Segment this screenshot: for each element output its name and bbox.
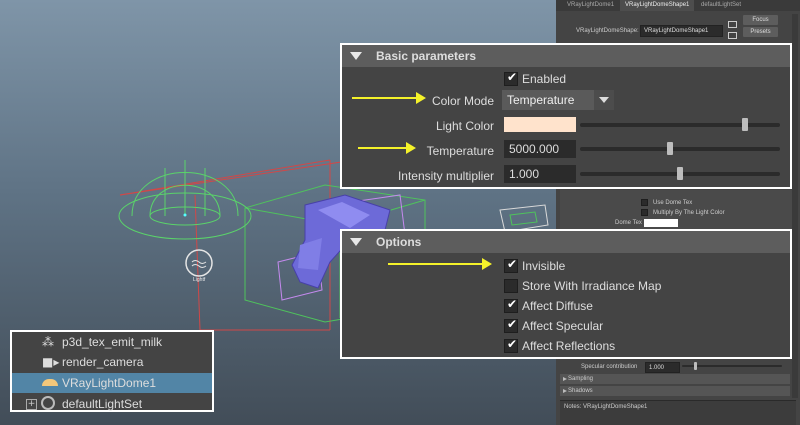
expand-plus-icon[interactable]: + — [26, 399, 37, 410]
node-name-label: VRayLightDomeShape: — [576, 28, 639, 34]
notes-bar: Notes: VRayLightDomeShape1 — [560, 400, 796, 425]
tab-defaultlightset[interactable]: defaultLightSet — [696, 0, 746, 11]
dome-light-gizmo[interactable] — [118, 160, 252, 240]
checkmark-icon: ✔ — [507, 337, 518, 351]
light-color-slider-thumb[interactable] — [742, 118, 748, 131]
option-label: Affect Specular — [522, 319, 604, 333]
outliner-panel: ⁂ p3d_tex_emit_milk ■▸ render_camera VRa… — [10, 330, 214, 412]
dome-tex-swatch[interactable] — [644, 219, 678, 227]
expand-shadows-icon — [563, 389, 567, 393]
light-color-swatch[interactable] — [504, 117, 576, 132]
checkmark-icon: ✔ — [507, 70, 518, 84]
shadows-label: Shadows — [568, 388, 593, 394]
notes-label: Notes: VRayLightDomeShape1 — [564, 404, 648, 410]
expand-sampling-icon — [563, 377, 567, 381]
option-checkbox[interactable]: ✔ — [504, 257, 518, 273]
annotation-arrow-invisible — [388, 258, 492, 270]
node-pick-icon[interactable] — [728, 21, 737, 28]
basic-parameters-header[interactable]: Basic parameters — [342, 45, 790, 67]
node-name-field[interactable]: VRayLightDomeShape1 — [640, 25, 723, 37]
app-stage: Lightf VRayLightDome1 VRayLightDomeShape… — [0, 0, 800, 425]
outliner-item-render-camera[interactable]: ■▸ render_camera — [12, 352, 212, 372]
attribute-editor-tabs: VRayLightDome1 VRayLightDomeShape1 defau… — [556, 0, 800, 11]
intensity-multiplier-label: Intensity multiplier — [397, 169, 494, 183]
temperature-slider-thumb[interactable] — [667, 142, 673, 155]
color-mode-dropdown-arrow[interactable] — [594, 90, 614, 110]
tab-vraylightdomeshape[interactable]: VRayLightDomeShape1 — [620, 0, 695, 11]
option-label: Store With Irradiance Map — [522, 279, 662, 293]
enabled-label: Enabled — [522, 72, 567, 86]
checkmark-icon: ✔ — [507, 317, 518, 331]
outliner-item-label: p3d_tex_emit_milk — [62, 335, 163, 349]
node-output-icon[interactable] — [728, 32, 737, 39]
light-color-slider[interactable] — [580, 123, 780, 127]
chevron-down-icon — [599, 97, 609, 103]
dome-tex-group: Use Dome Tex Multiply By The Light Color… — [560, 190, 792, 230]
options-header[interactable]: Options — [342, 231, 790, 253]
outliner-item-defaultlightset[interactable]: + defaultLightSet — [12, 394, 212, 414]
intensity-multiplier-slider-thumb[interactable] — [677, 167, 683, 180]
color-mode-dropdown[interactable]: Temperature — [502, 90, 594, 110]
sampling-section[interactable]: Sampling — [560, 374, 790, 384]
focus-button[interactable]: Focus — [743, 15, 778, 25]
option-label: Affect Reflections — [522, 339, 616, 353]
specular-contribution-slider[interactable] — [682, 365, 782, 367]
light-color-label: Light Color — [435, 119, 494, 133]
light-set-icon — [41, 396, 55, 410]
basic-parameters-panel: Basic parameters ✔ Enabled Color Mode Te… — [340, 43, 792, 189]
outliner-item-vraylightdome[interactable]: VRayLightDome1 — [12, 373, 212, 393]
dome-tex-label: Dome Tex — [615, 220, 642, 226]
presets-button[interactable]: Presets — [743, 27, 778, 37]
multiply-light-color-label: Multiply By The Light Color — [653, 210, 725, 216]
specular-contribution-label: Specular contribution — [581, 364, 638, 370]
temperature-field[interactable]: 5000.000 — [504, 140, 576, 158]
ae-scrollbar[interactable] — [792, 14, 798, 398]
checkmark-icon: ✔ — [507, 297, 518, 311]
option-label: Invisible — [522, 259, 566, 273]
light-locator-icon[interactable] — [185, 249, 213, 277]
multiply-light-color-checkbox[interactable] — [641, 209, 648, 216]
option-checkbox[interactable] — [504, 279, 518, 293]
options-panel: Options ✔ Invisible Store With Irradiance … — [340, 229, 792, 359]
options-title: Options — [376, 235, 422, 249]
annotation-arrow-color-mode — [352, 92, 426, 104]
annotation-arrow-temperature — [358, 142, 416, 154]
specular-contribution-thumb[interactable] — [694, 362, 697, 370]
dome-light-icon — [42, 379, 58, 386]
intensity-multiplier-field[interactable]: 1.000 — [504, 165, 576, 183]
option-checkbox[interactable]: ✔ — [504, 317, 518, 333]
outliner-item-label: VRayLightDome1 — [62, 376, 157, 390]
use-dome-tex-label: Use Dome Tex — [653, 200, 693, 206]
option-checkbox[interactable]: ✔ — [504, 337, 518, 353]
shadows-section[interactable]: Shadows — [560, 386, 790, 396]
outliner-item-label: render_camera — [62, 355, 144, 369]
collapse-triangle-icon — [350, 52, 362, 60]
temperature-slider[interactable] — [580, 147, 780, 151]
option-checkbox[interactable]: ✔ — [504, 297, 518, 313]
camera-icon: ■▸ — [42, 355, 60, 369]
shader-node-icon: ⁂ — [42, 335, 54, 349]
specular-contribution-field[interactable]: 1.000 — [645, 362, 680, 373]
basic-parameters-title: Basic parameters — [376, 49, 477, 63]
outliner-item-label: defaultLightSet — [62, 397, 143, 411]
outliner-item-p3d-tex-emit-milk[interactable]: ⁂ p3d_tex_emit_milk — [12, 332, 212, 352]
sampling-label: Sampling — [568, 376, 594, 382]
enabled-checkbox[interactable]: ✔ — [504, 70, 518, 86]
collapse-triangle-icon — [350, 238, 362, 246]
use-dome-tex-checkbox[interactable] — [641, 199, 648, 206]
checkmark-icon: ✔ — [507, 257, 518, 271]
tab-vraylightdome[interactable]: VRayLightDome1 — [562, 0, 619, 11]
option-label: Affect Diffuse — [522, 299, 593, 313]
light-label: Lightf — [193, 277, 206, 283]
